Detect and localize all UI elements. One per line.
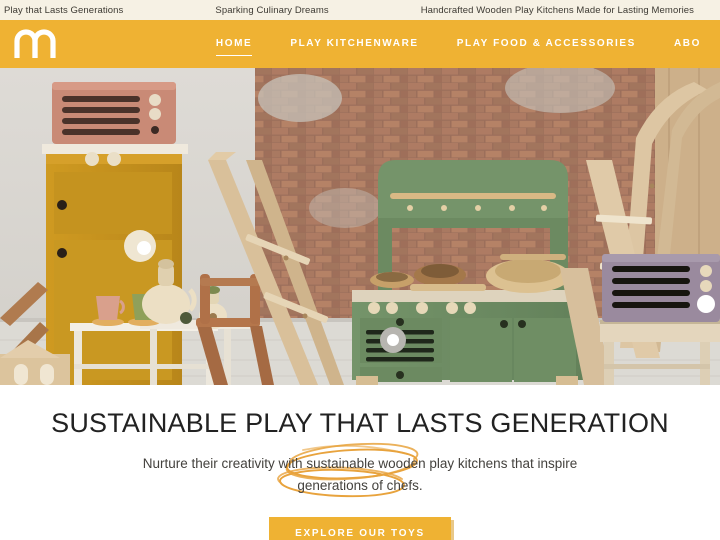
subtitle-wrapper: Nurture their creativity with sustainabl… [125,442,595,498]
explore-our-toys-button[interactable]: EXPLORE OUR TOYS [269,516,451,540]
announcement-item: Sparking Culinary Dreams [215,4,329,16]
nav-link-about[interactable]: ABO [655,32,720,56]
subtitle-text: Nurture their creativity with sustainabl… [142,456,578,493]
nav-link-play-kitchenware[interactable]: PLAY KITCHENWARE [271,32,437,56]
nav-links: HOME PLAY KITCHENWARE PLAY FOOD & ACCESS… [197,32,720,56]
nav-link-home[interactable]: HOME [197,32,271,56]
hero-image [0,68,720,385]
page-title: SUSTAINABLE PLAY THAT LASTS GENERATION [51,408,669,438]
announcement-track: Play that Lasts Generations Sparking Cul… [0,5,720,16]
cta-wrapper: EXPLORE OUR TOYS [0,516,720,540]
main-navigation-bar: HOME PLAY KITCHENWARE PLAY FOOD & ACCESS… [0,20,720,68]
page-root: Play that Lasts Generations Sparking Cul… [0,0,720,540]
announcement-bar: Play that Lasts Generations Sparking Cul… [0,0,720,20]
nav-link-play-food-accessories[interactable]: PLAY FOOD & ACCESSORIES [438,32,655,56]
mm-logo-icon[interactable] [14,29,70,59]
hero-content: SUSTAINABLE PLAY THAT LASTS GENERATION N… [0,385,720,540]
announcement-item: Play that Lasts Generations [4,4,124,16]
announcement-item: Handcrafted Wooden Play Kitchens Made fo… [420,4,695,16]
